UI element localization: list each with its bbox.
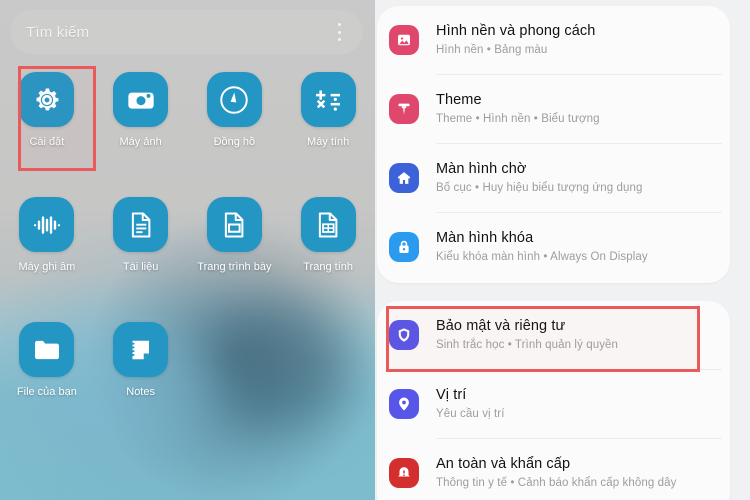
app-row: File của bạn Notes (0, 312, 375, 437)
app-label: Trang tính (303, 261, 353, 273)
search-bar[interactable]: Tìm kiếm (10, 10, 363, 54)
settings-row-text: Màn hình khóa Kiểu khóa màn hình • Alway… (436, 229, 648, 265)
app-settings[interactable]: Cài đặt (0, 62, 94, 187)
settings-row-text: Theme Theme • Hình nền • Biểu tượng (436, 91, 600, 127)
voice-recorder-icon[interactable] (19, 197, 75, 252)
app-label: File của bạn (16, 386, 77, 398)
paint-roller-icon (389, 94, 419, 124)
settings-row-text: Hình nền và phong cách Hình nền • Bảng m… (436, 22, 595, 58)
presentation-icon[interactable] (206, 197, 262, 252)
app-label: Máy tính (307, 136, 350, 148)
app-voice-recorder[interactable]: Máy ghi âm (0, 187, 94, 312)
settings-row-subtitle: Sinh trắc học • Trình quản lý quyền (436, 339, 619, 352)
settings-row-theme[interactable]: Theme Theme • Hình nền • Biểu tượng (377, 75, 730, 143)
home-screen-icon (389, 163, 419, 193)
settings-row-text: An toàn và khẩn cấp Thông tin y tế • Cản… (436, 455, 677, 491)
shield-icon (389, 320, 419, 350)
notes-icon[interactable] (113, 322, 169, 377)
settings-row-security-privacy[interactable]: Bảo mật và riêng tư Sinh trắc học • Trìn… (377, 301, 730, 369)
settings-row-wallpaper-style[interactable]: Hình nền và phong cách Hình nền • Bảng m… (377, 6, 730, 74)
settings-row-title: Màn hình chờ (436, 161, 527, 178)
settings-row-title: Hình nền và phong cách (436, 23, 596, 40)
app-label: Máy ghi âm (18, 261, 76, 273)
wallpaper-image-icon (389, 25, 419, 55)
emergency-alert-icon (389, 458, 419, 488)
app-camera[interactable]: Máy ảnh (94, 62, 188, 187)
settings-row-title: Theme (436, 92, 482, 109)
app-label: Máy ảnh (119, 136, 162, 148)
home-screen-pane: Tìm kiếm Cài đặt Máy ảnh Đồng hồ Máy tín… (0, 0, 375, 500)
app-grid: Cài đặt Máy ảnh Đồng hồ Máy tính Máy ghi… (0, 62, 375, 437)
app-row: Cài đặt Máy ảnh Đồng hồ Máy tính (0, 62, 375, 187)
settings-row-title: Vị trí (436, 387, 467, 404)
settings-row-title: An toàn và khẩn cấp (436, 456, 571, 473)
app-presentation[interactable]: Trang trình bày (188, 187, 282, 312)
app-label: Cài đặt (29, 136, 65, 148)
calculator-icon[interactable] (300, 72, 356, 127)
folder-icon[interactable] (19, 322, 75, 377)
settings-row-subtitle: Hình nền • Bảng màu (436, 44, 548, 57)
camera-icon[interactable] (113, 72, 169, 127)
settings-row-text: Vị trí Yêu cầu vị trí (436, 386, 505, 422)
location-pin-icon (389, 389, 419, 419)
settings-pane: Hình nền và phong cách Hình nền • Bảng m… (375, 0, 750, 500)
document-icon[interactable] (113, 197, 169, 252)
settings-row-lock-screen[interactable]: Màn hình khóa Kiểu khóa màn hình • Alway… (377, 213, 730, 281)
settings-row-subtitle: Yêu cầu vị trí (436, 408, 505, 421)
settings-row-subtitle: Kiểu khóa màn hình • Always On Display (436, 251, 648, 264)
app-calculator[interactable]: Máy tính (281, 62, 375, 187)
settings-row-title: Màn hình khóa (436, 230, 534, 247)
spreadsheet-icon[interactable] (300, 197, 356, 252)
settings-row-text: Bảo mật và riêng tư Sinh trắc học • Trìn… (436, 317, 618, 353)
search-input[interactable]: Tìm kiếm (26, 24, 331, 41)
settings-group-personalization: Hình nền và phong cách Hình nền • Bảng m… (377, 6, 730, 283)
app-notes[interactable]: Notes (94, 312, 188, 437)
app-label: Tài liệu (122, 261, 159, 273)
screenshot-root: Tìm kiếm Cài đặt Máy ảnh Đồng hồ Máy tín… (0, 0, 750, 500)
app-clock[interactable]: Đồng hồ (188, 62, 282, 187)
settings-row-title: Bảo mật và riêng tư (436, 318, 566, 335)
app-spreadsheet[interactable]: Trang tính (281, 187, 375, 312)
kebab-menu-icon[interactable] (331, 23, 347, 41)
settings-row-location[interactable]: Vị trí Yêu cầu vị trí (377, 370, 730, 438)
gear-icon[interactable] (19, 72, 75, 127)
app-documents[interactable]: Tài liệu (94, 187, 188, 312)
settings-row-subtitle: Theme • Hình nền • Biểu tượng (436, 113, 600, 126)
lock-icon (389, 232, 419, 262)
app-label: Notes (126, 386, 155, 398)
app-my-files[interactable]: File của bạn (0, 312, 94, 437)
settings-row-home-screen[interactable]: Màn hình chờ Bố cục • Huy hiệu biểu tượn… (377, 144, 730, 212)
settings-row-safety-emergency[interactable]: An toàn và khẩn cấp Thông tin y tế • Cản… (377, 439, 730, 500)
settings-row-text: Màn hình chờ Bố cục • Huy hiệu biểu tượn… (436, 160, 642, 196)
app-label: Đồng hồ (213, 136, 256, 148)
settings-group-privacy: Bảo mật và riêng tư Sinh trắc học • Trìn… (377, 301, 730, 500)
app-row: Máy ghi âm Tài liệu Trang trình bày Tran… (0, 187, 375, 312)
settings-row-subtitle: Bố cục • Huy hiệu biểu tượng ứng dụng (436, 182, 643, 195)
clock-icon[interactable] (206, 72, 262, 127)
settings-row-subtitle: Thông tin y tế • Cảnh báo khẩn cấp không… (436, 477, 677, 490)
app-label: Trang trình bày (197, 261, 272, 273)
